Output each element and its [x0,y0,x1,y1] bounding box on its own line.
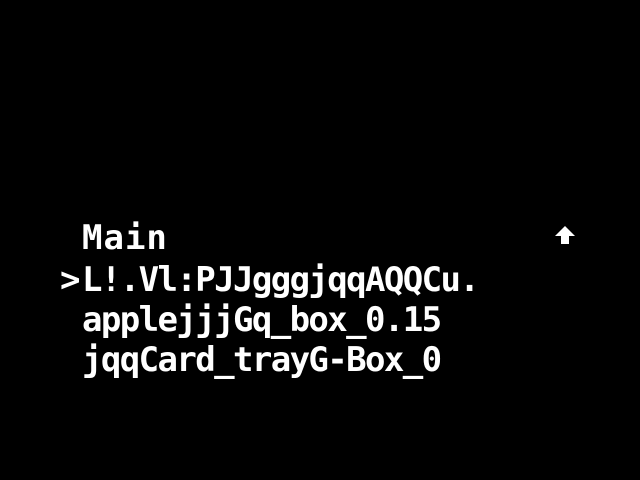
up-arrow-icon [555,226,575,244]
selection-cursor: > [60,260,81,300]
menu-header: Main [60,216,584,260]
menu-item[interactable]: jqqCard_trayG-Box_0 [60,340,584,380]
menu-item[interactable]: applejjjGq_box_0.15 [60,300,584,340]
menu-item-label: applejjjGq_box_0.15 [82,300,442,340]
menu-item-selected[interactable]: > L!.Vl:PJJgggjqqAQQCu. [60,260,584,300]
menu-item-label: L!.Vl:PJJgggjqqAQQCu. [82,260,480,300]
menu-title: Main [82,218,168,258]
main-menu: Main > L!.Vl:PJJgggjqqAQQCu. applejjjGq_… [60,216,584,380]
menu-item-label: jqqCard_trayG-Box_0 [82,340,442,380]
